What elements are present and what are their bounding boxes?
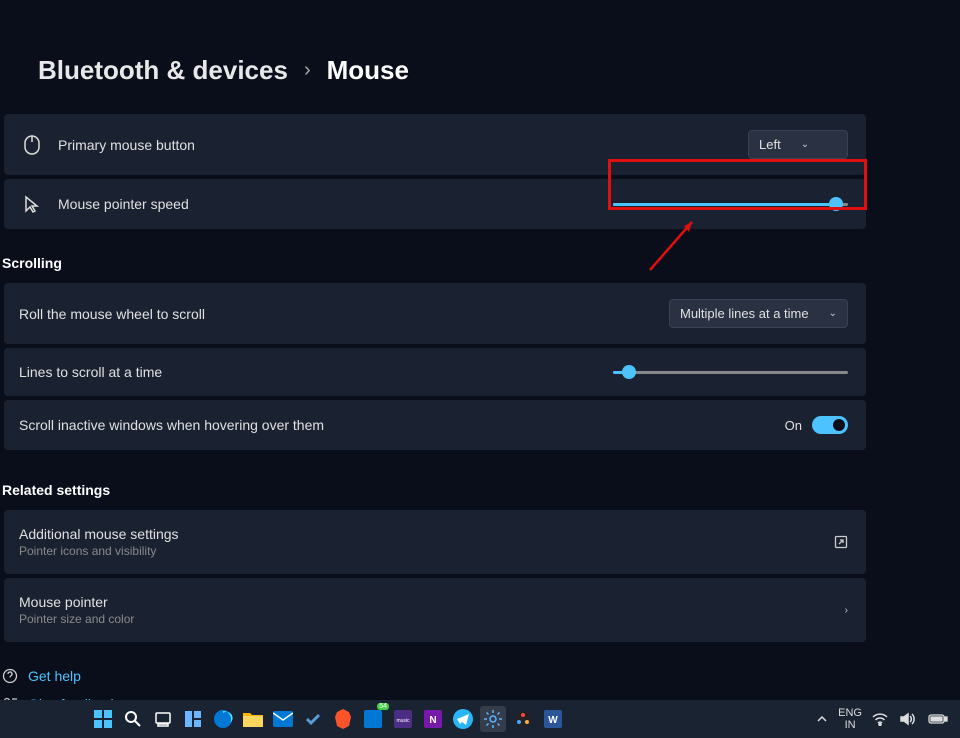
get-help-label: Get help xyxy=(28,668,81,684)
word-icon[interactable]: W xyxy=(540,706,566,732)
inactive-scroll-row: Scroll inactive windows when hovering ov… xyxy=(4,400,866,450)
volume-icon[interactable] xyxy=(898,710,918,728)
scroll-wheel-dropdown[interactable]: Multiple lines at a time ⌄ xyxy=(669,299,848,328)
primary-button-label: Primary mouse button xyxy=(58,137,748,153)
additional-settings-row[interactable]: Additional mouse settings Pointer icons … xyxy=(4,510,866,574)
help-icon xyxy=(2,668,18,684)
chevron-right-icon: › xyxy=(845,605,848,616)
amazon-music-icon[interactable]: music xyxy=(390,706,416,732)
additional-settings-sub: Pointer icons and visibility xyxy=(19,544,179,558)
mail-icon[interactable] xyxy=(270,706,296,732)
taskbar: 54 music N W ENG IN xyxy=(0,700,960,738)
lines-scroll-slider[interactable] xyxy=(613,371,848,374)
brave-icon[interactable] xyxy=(330,706,356,732)
settings-icon[interactable] xyxy=(480,706,506,732)
inactive-scroll-label: Scroll inactive windows when hovering ov… xyxy=(19,417,785,433)
toggle-knob xyxy=(833,419,845,431)
chevron-right-icon: › xyxy=(304,59,311,82)
task-view-icon[interactable] xyxy=(150,706,176,732)
lines-scroll-row: Lines to scroll at a time xyxy=(4,348,866,396)
primary-button-dropdown[interactable]: Left ⌄ xyxy=(748,130,848,159)
scroll-wheel-row: Roll the mouse wheel to scroll Multiple … xyxy=(4,283,866,344)
svg-text:W: W xyxy=(548,715,558,726)
toggle-state-text: On xyxy=(785,418,802,433)
inactive-scroll-toggle[interactable] xyxy=(812,416,848,434)
tray-expand-icon[interactable] xyxy=(814,711,830,727)
mouse-pointer-title: Mouse pointer xyxy=(19,594,134,610)
language-indicator[interactable]: ENG IN xyxy=(838,707,862,731)
pointer-speed-row: Mouse pointer speed xyxy=(4,179,866,229)
telegram-icon[interactable] xyxy=(450,706,476,732)
wifi-icon[interactable] xyxy=(870,710,890,728)
scroll-wheel-value: Multiple lines at a time xyxy=(680,306,809,321)
primary-button-row: Primary mouse button Left ⌄ xyxy=(4,114,866,175)
chevron-down-icon: ⌄ xyxy=(801,139,809,150)
pointer-speed-label: Mouse pointer speed xyxy=(58,196,613,212)
mouse-pointer-row[interactable]: Mouse pointer Pointer size and color › xyxy=(4,578,866,642)
svg-text:N: N xyxy=(429,715,436,726)
external-link-icon xyxy=(834,535,848,549)
badge-count: 54 xyxy=(377,703,389,710)
svg-text:music: music xyxy=(396,718,410,724)
get-help-link[interactable]: Get help xyxy=(0,660,960,684)
pointer-speed-slider[interactable] xyxy=(613,203,848,206)
edge-icon[interactable] xyxy=(210,706,236,732)
file-explorer-icon[interactable] xyxy=(240,706,266,732)
breadcrumb-parent[interactable]: Bluetooth & devices xyxy=(38,55,288,86)
widgets-icon[interactable] xyxy=(180,706,206,732)
onenote-icon[interactable]: N xyxy=(420,706,446,732)
cursor-icon xyxy=(22,195,42,213)
primary-button-value: Left xyxy=(759,137,781,152)
start-button[interactable] xyxy=(90,706,116,732)
section-scrolling: Scrolling xyxy=(0,233,960,283)
chevron-down-icon: ⌄ xyxy=(829,308,837,319)
app-icon[interactable]: 54 xyxy=(360,706,386,732)
todo-icon[interactable] xyxy=(300,706,326,732)
scroll-wheel-label: Roll the mouse wheel to scroll xyxy=(19,306,669,322)
breadcrumb: Bluetooth & devices › Mouse xyxy=(0,0,960,114)
mouse-icon xyxy=(22,135,42,155)
page-title: Mouse xyxy=(327,55,409,86)
battery-icon[interactable] xyxy=(926,711,950,727)
resolve-icon[interactable] xyxy=(510,706,536,732)
mouse-pointer-sub: Pointer size and color xyxy=(19,612,134,626)
section-related: Related settings xyxy=(0,454,960,510)
additional-settings-title: Additional mouse settings xyxy=(19,526,179,542)
search-icon[interactable] xyxy=(120,706,146,732)
lines-scroll-label: Lines to scroll at a time xyxy=(19,364,613,380)
